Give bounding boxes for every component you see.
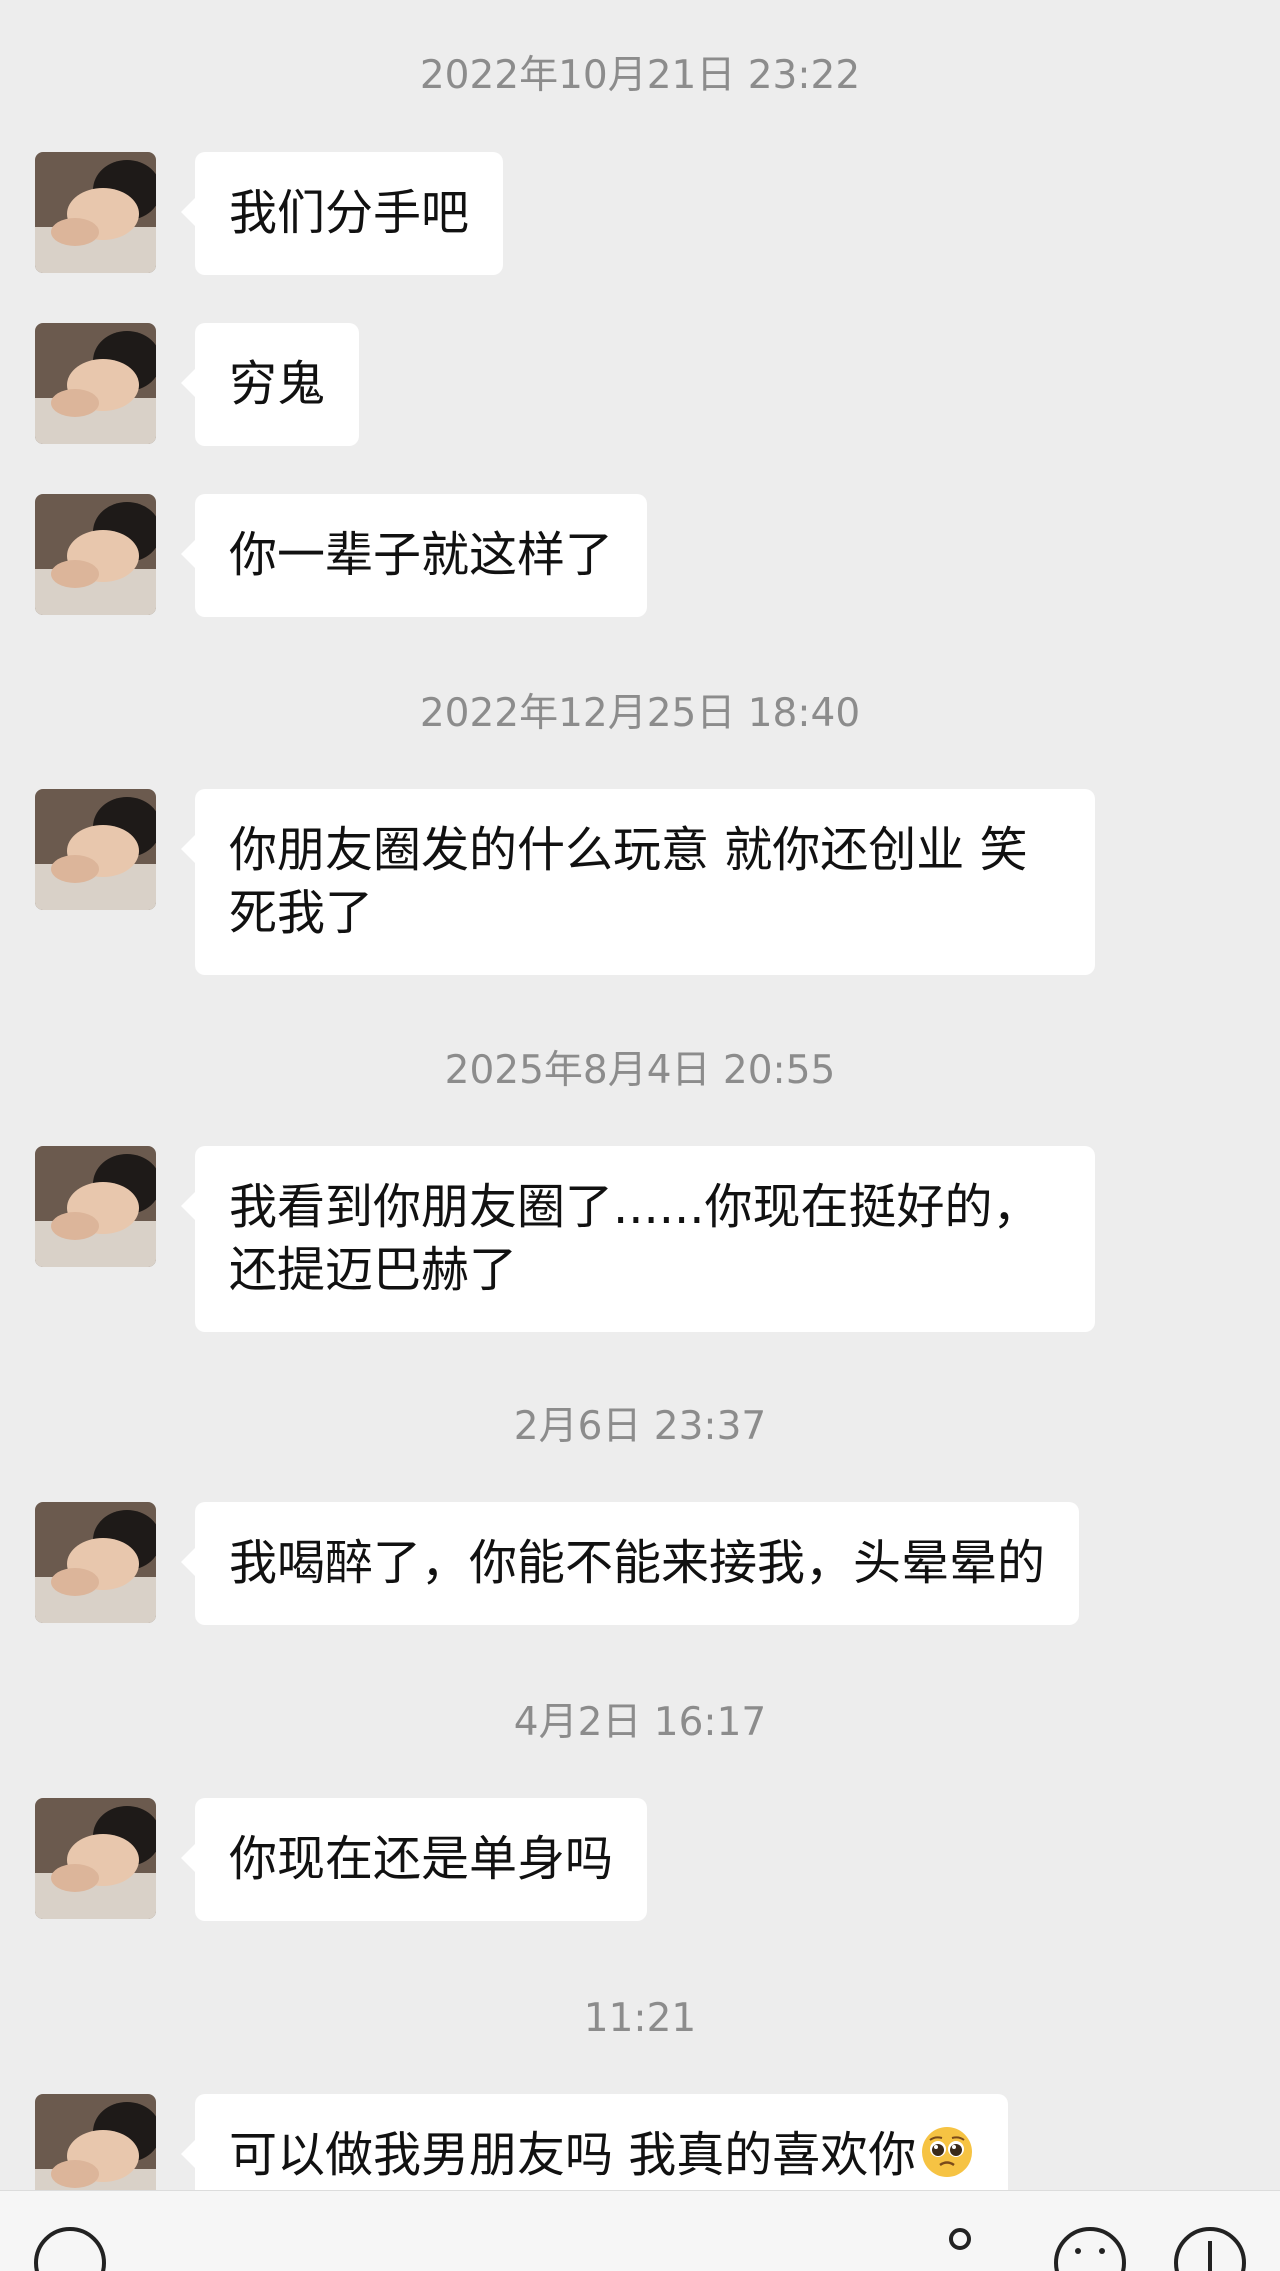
timestamp: 2022年12月25日 18:40 [419,691,861,736]
user-icon[interactable] [940,2221,980,2271]
message-bubble[interactable]: 我看到你朋友圈了......你现在挺好的，还提迈巴赫了 [181,1146,1095,1332]
avatar[interactable] [35,152,156,273]
emoji-icon[interactable] [1050,2221,1130,2271]
input-bar [0,2190,1280,2271]
message-bubble[interactable]: 你朋友圈发的什么玩意 就你还创业 笑死我了 [181,789,1095,975]
timestamp: 2025年8月4日 20:55 [444,1048,836,1093]
voice-icon[interactable] [30,2221,110,2271]
avatar[interactable] [35,1146,156,1267]
avatar[interactable] [35,789,156,910]
message-text: 可以做我男朋友吗 我真的喜欢你 [229,2127,917,2183]
timestamp: 4月2日 16:17 [513,1700,767,1745]
avatar[interactable] [35,494,156,615]
chat-area: 2022年10月21日 23:22 我们分手吧 穷鬼 你一辈子就这样了 2022… [0,0,1280,2190]
timestamp: 2022年10月21日 23:22 [419,53,861,98]
avatar[interactable] [35,2094,156,2190]
message-bubble[interactable]: 穷鬼 [180,323,360,446]
avatar[interactable] [35,323,156,444]
avatar[interactable] [35,1502,156,1623]
timestamp: 11:21 [583,1996,697,2041]
message-bubble[interactable]: 我们分手吧 [180,152,504,275]
message-bubble[interactable]: 可以做我男朋友吗 我真的喜欢你 [180,2094,1009,2190]
message-bubble[interactable]: 你现在还是单身吗 [180,1798,648,1921]
avatar[interactable] [35,1798,156,1919]
add-icon[interactable] [1170,2221,1250,2271]
message-bubble[interactable]: 我喝醉了，你能不能来接我，头晕晕的 [180,1502,1080,1625]
timestamp: 2月6日 23:37 [513,1404,767,1449]
message-bubble[interactable]: 你一辈子就这样了 [180,494,648,617]
pleading-face-emoji [922,2127,973,2177]
